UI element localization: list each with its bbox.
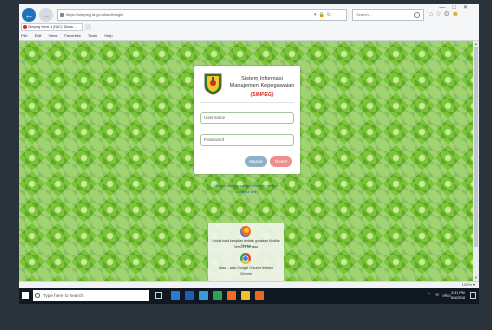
window-controls[interactable]: —□✕	[439, 4, 475, 11]
menu-file[interactable]: File	[21, 33, 27, 38]
favicon-icon	[23, 25, 27, 29]
scroll-down-icon[interactable]: ▼	[474, 276, 478, 280]
chrome-recommendation: Atau... atau Google Chrome terbaru	[219, 266, 273, 270]
firefox-version: Versi 21 ke atas	[233, 245, 259, 249]
scroll-up-icon[interactable]: ▲	[474, 42, 478, 46]
username-field[interactable]: Username	[200, 112, 294, 124]
login-card: Sistem Informasi Manajemen Kepegawaian (…	[194, 66, 300, 174]
clock-date: 6/4/2018	[451, 296, 465, 300]
recommended-browsers-panel: Untuk hasil tampilan terbaik gunakan Moz…	[208, 223, 284, 281]
menu-help[interactable]: Help	[104, 33, 112, 38]
tab-row: Simpeg Versi 1 (NIC): Dinas ...	[19, 23, 479, 32]
menu-bar: File Edit View Favorites Tools Help	[19, 32, 479, 41]
regional-emblem-logo	[204, 73, 222, 95]
search-placeholder: Search...	[356, 12, 373, 17]
tab-title: Simpeg Versi 1 (NIC): Dinas ...	[28, 25, 77, 29]
taskbar-search[interactable]: Type here to search	[33, 290, 149, 301]
close-icon[interactable]: ✕	[463, 5, 475, 11]
menu-view[interactable]: View	[49, 33, 58, 38]
browser-titlebar: ← → https://simpeg.id.go.id/auth/login ▾…	[19, 4, 479, 32]
clock[interactable]: 3:31 PM 6/4/2018	[449, 291, 467, 301]
back-button[interactable]: ←	[22, 8, 36, 22]
new-tab-button[interactable]	[85, 24, 91, 30]
app-title: Sistem Informasi Manajemen Kepegawaian	[229, 76, 295, 89]
vertical-scrollbar[interactable]: ▲ ▼	[473, 41, 479, 281]
taskbar: Type here to search ⌃ ✉ ♫ ENG 3:31 PM 6/…	[19, 288, 479, 304]
app-tagline: (SIMPEG)	[250, 92, 274, 98]
password-field[interactable]: Password	[200, 134, 294, 146]
browser-note: Mohon menggunakan browser berikut untuk …	[197, 183, 295, 195]
maximize-icon[interactable]: □	[452, 5, 463, 11]
firefox-icon[interactable]	[240, 226, 251, 237]
browser-note-line-2[interactable]: untuk ke link	[197, 189, 295, 195]
search-icon	[35, 293, 40, 298]
task-view-icon[interactable]	[155, 292, 162, 299]
chrome-app-icon[interactable]	[213, 291, 222, 300]
scroll-thumb[interactable]	[474, 47, 478, 247]
menu-edit[interactable]: Edit	[35, 33, 42, 38]
notification-icon[interactable]	[470, 292, 476, 299]
search-box[interactable]: Search...	[352, 9, 424, 21]
feedback-smiley-icon[interactable]: ☻	[452, 11, 461, 18]
toolbar-icons[interactable]: ⌂☆⚙☻	[429, 10, 461, 18]
lock-icon	[60, 13, 64, 17]
address-text: https://simpeg.id.go.id/auth/login	[66, 12, 124, 17]
chrome-icon[interactable]	[240, 253, 251, 264]
forward-button[interactable]: →	[39, 8, 53, 22]
store-app-icon[interactable]	[199, 291, 208, 300]
minimize-icon[interactable]: —	[439, 5, 452, 11]
menu-favorites[interactable]: Favorites	[64, 33, 80, 38]
taskbar-search-placeholder: Type here to search	[43, 293, 84, 298]
address-tools[interactable]: ▾🔒↻	[314, 9, 333, 21]
firefox-app-icon[interactable]	[227, 291, 236, 300]
tab-active[interactable]: Simpeg Versi 1 (NIC): Dinas ...	[21, 23, 83, 31]
start-windows-icon[interactable]	[22, 292, 29, 299]
page-content: Sistem Informasi Manajemen Kepegawaian (…	[19, 41, 473, 281]
gear-icon[interactable]: ⚙	[444, 11, 452, 18]
divider	[200, 102, 294, 103]
favorites-icon[interactable]: ☆	[435, 11, 443, 18]
search-icon[interactable]	[414, 12, 420, 18]
address-bar[interactable]: https://simpeg.id.go.id/auth/login	[57, 9, 347, 21]
edge-app-icon[interactable]	[185, 291, 194, 300]
login-button[interactable]: Masuk	[245, 156, 267, 167]
status-bar: 120% ▾	[19, 281, 479, 288]
menu-tools[interactable]: Tools	[88, 33, 97, 38]
powerpoint-app-icon[interactable]	[255, 291, 264, 300]
chrome-label: Chrome	[239, 272, 253, 276]
screen: ← → https://simpeg.id.go.id/auth/login ▾…	[19, 4, 479, 304]
ie-app-icon[interactable]	[171, 291, 180, 300]
reset-button[interactable]: Reset	[270, 156, 292, 167]
file-explorer-icon[interactable]	[241, 291, 250, 300]
